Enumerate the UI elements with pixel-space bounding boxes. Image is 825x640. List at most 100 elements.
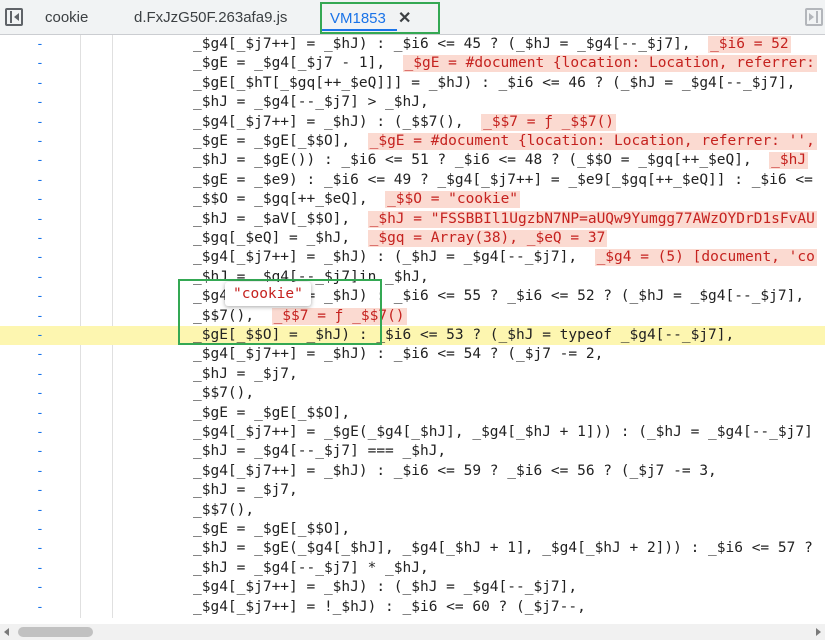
line-marker[interactable]: -	[36, 171, 44, 190]
code-statement: _$g4[_$j7++] = _$hJ) : _$i6 <= 45 ? (_$h…	[193, 36, 691, 52]
code-statement: _$gE = _$g4[_$j7 - 1],	[193, 55, 386, 72]
code-line[interactable]: - _$hJ = _$j7,	[0, 617, 825, 618]
line-marker[interactable]: -	[36, 345, 44, 364]
code-statement: _$$O = _$gq[++_$eQ],	[193, 191, 368, 208]
code-line[interactable]: - _$gE = _$gE[_$$O],	[0, 404, 825, 423]
line-marker[interactable]: -	[36, 442, 44, 461]
inline-value: _$hJ = "FSSBBIl1UgzbN7NP=aUQw9Yumgg77AWz…	[367, 210, 817, 228]
code-statement: _$gE = _$gE[_$$O],	[193, 404, 351, 421]
line-marker[interactable]: -	[36, 617, 44, 618]
scrollbar-thumb[interactable]	[18, 627, 93, 637]
line-marker[interactable]: -	[36, 307, 44, 326]
code-line[interactable]: - _$$7(),	[0, 501, 825, 520]
code-statement: _$gE = _$gE[_$$O],	[193, 521, 351, 537]
code-line[interactable]: - _$gE = _$gE[_$$O], _$gE = #document {lo…	[0, 132, 825, 151]
code-line[interactable]: - _$$7(),	[0, 384, 825, 403]
inline-value: _$i6 = 52	[708, 36, 791, 53]
code-line[interactable]: - _$g4[_$j7++] = _$gE(_$g4[_$hJ], _$g4[_$…	[0, 423, 825, 442]
line-marker[interactable]: -	[36, 481, 44, 500]
line-marker[interactable]: -	[36, 365, 44, 384]
line-marker[interactable]: -	[36, 151, 44, 170]
code-text: _$gE = _$gE[_$$O], _$gE = #document {loc…	[193, 132, 817, 151]
source-code-view[interactable]: - _$g4[_$j7++] = _$hJ) : _$i6 <= 45 ? (_$…	[0, 35, 825, 618]
line-marker[interactable]: -	[36, 462, 44, 481]
code-line[interactable]: - _$g4[_$j7++] = _$hJ) : (_$$7(), _$$7 = …	[0, 113, 825, 132]
tab-js-file[interactable]: d.FxJzG50F.263afa9.js	[134, 0, 287, 35]
inline-value: _$hJ	[769, 152, 809, 170]
code-line[interactable]: - _$hJ = _$aV[_$$O], _$hJ = "FSSBBIl1Ugzb…	[0, 210, 825, 229]
code-line[interactable]: - _$hJ = _$g4[--_$j7] > _$hJ,	[0, 93, 825, 112]
inline-value: _$$7 = ƒ _$$7()	[481, 113, 617, 131]
code-line[interactable]: - _$gq[_$eQ] = _$hJ, _$gq = Array(38), _$…	[0, 229, 825, 248]
code-line[interactable]: - _$hJ = _$gE()) : _$i6 <= 51 ? _$i6 <= 4…	[0, 151, 825, 170]
code-text: _$g4[_$j7++] = _$hJ) : _$i6 <= 45 ? (_$h…	[193, 35, 791, 54]
code-line[interactable]: - _$g4[_$j7++] = _$hJ) : _$i6 <= 54 ? (_$…	[0, 345, 825, 364]
code-line[interactable]: - _$hJ = _$j7,	[0, 481, 825, 500]
line-marker[interactable]: -	[36, 190, 44, 209]
line-marker[interactable]: -	[36, 74, 44, 93]
scroll-right-icon[interactable]	[816, 628, 821, 636]
tab-vm1853[interactable]: VM1853 ✕	[320, 2, 440, 34]
editor-tab-bar: cookie d.FxJzG50F.263afa9.js VM1853 ✕	[0, 0, 825, 35]
code-line[interactable]: - _$gE = _$e9) : _$i6 <= 49 ? _$g4[_$j7++…	[0, 171, 825, 190]
code-line[interactable]: - _$g4[_$j7++] = _$hJ) : _$i6 <= 45 ? (_$…	[0, 35, 825, 54]
code-line[interactable]: - _$g4[_$j7++] = _$hJ) : (_$hJ = _$g4[--_…	[0, 578, 825, 597]
code-statement: _$g4[_$j7++] = _$hJ) : _$i6 <= 54 ? (_$j…	[193, 346, 604, 363]
line-marker[interactable]: -	[36, 93, 44, 112]
code-line[interactable]: - _$hJ = _$j7,	[0, 365, 825, 384]
line-marker[interactable]: -	[36, 268, 44, 287]
code-line[interactable]: - _$$7(), _$$7 = ƒ _$$7()	[0, 307, 825, 326]
code-line[interactable]: - _$g4[_$j7++] = _$hJ) : (_$hJ = _$g4[--_…	[0, 248, 825, 267]
code-line[interactable]: - _$g4[_$j7++] = !_$hJ) : _$i6 <= 60 ? (_…	[0, 598, 825, 617]
line-marker[interactable]: -	[36, 501, 44, 520]
code-text: _$$7(),	[193, 501, 254, 520]
inline-value: _$$O = "cookie"	[385, 191, 521, 209]
line-marker[interactable]: -	[36, 54, 44, 73]
code-line[interactable]: - _$hJ = _$gE(_$g4[_$hJ], _$g4[_$hJ + 1],…	[0, 539, 825, 558]
line-marker[interactable]: -	[36, 229, 44, 248]
line-marker[interactable]: -	[36, 35, 44, 54]
code-line[interactable]: - _$hJ = _$g4[--_$j7] * _$hJ,	[0, 559, 825, 578]
line-marker[interactable]: -	[36, 539, 44, 558]
line-marker[interactable]: -	[36, 423, 44, 442]
code-line[interactable]: - _$g4[_$j7++] = _$hJ) : _$i6 <= 59 ? _$i…	[0, 462, 825, 481]
code-line[interactable]: - _$hJ = _$g4[--_$j7]in _$hJ,	[0, 268, 825, 287]
value-popover: "cookie"	[225, 282, 311, 306]
inline-value: _$gE = #document {location: Location, re…	[402, 55, 817, 73]
code-line[interactable]: - _$gE[_$$O] = _$hJ) : _$i6 <= 53 ? (_$hJ…	[0, 326, 825, 346]
line-marker[interactable]: -	[36, 210, 44, 229]
code-line[interactable]: - _$g4[_$j7++] = _$hJ) : _$i6 <= 55 ? _$i…	[0, 287, 825, 306]
line-marker[interactable]: -	[36, 132, 44, 151]
active-tab-indicator	[322, 29, 397, 31]
code-text: _$g4[_$j7++] = _$hJ) : _$i6 <= 59 ? _$i6…	[193, 462, 717, 481]
code-text: _$gE = _$gE[_$$O],	[193, 520, 350, 539]
code-statement: _$hJ = _$j7,	[193, 365, 298, 382]
code-text: _$hJ = _$aV[_$$O], _$hJ = "FSSBBIl1UgzbN…	[193, 210, 817, 229]
horizontal-scrollbar[interactable]	[0, 624, 825, 640]
close-icon[interactable]: ✕	[398, 4, 411, 34]
code-text: _$hJ = _$g4[--_$j7] > _$hJ,	[193, 93, 429, 112]
code-line[interactable]: - _$hJ = _$g4[--_$j7] === _$hJ,	[0, 442, 825, 461]
line-marker[interactable]: -	[36, 113, 44, 132]
code-line[interactable]: - _$gE = _$g4[_$j7 - 1], _$gE = #document…	[0, 54, 825, 73]
code-line[interactable]: - _$gE = _$gE[_$$O],	[0, 520, 825, 539]
code-text: _$gE = _$gE[_$$O],	[193, 404, 350, 423]
code-statement: _$hJ = _$g4[--_$j7] === _$hJ,	[193, 443, 447, 460]
code-line[interactable]: - _$gE[_$hT[_$gq[++_$eQ]]] = _$hJ) : _$i6…	[0, 74, 825, 93]
line-marker[interactable]: -	[36, 598, 44, 617]
toggle-navigator-icon[interactable]	[5, 8, 23, 26]
toggle-debugger-icon[interactable]	[805, 8, 823, 26]
line-marker[interactable]: -	[36, 248, 44, 267]
line-marker[interactable]: -	[36, 404, 44, 423]
line-marker[interactable]: -	[36, 559, 44, 578]
code-line[interactable]: - _$$O = _$gq[++_$eQ], _$$O = "cookie"	[0, 190, 825, 209]
tab-cookie[interactable]: cookie	[45, 0, 88, 35]
code-statement: _$g4[_$j7++] = _$hJ) : _$i6 <= 59 ? _$i6…	[193, 462, 717, 479]
scroll-left-icon[interactable]	[4, 628, 9, 636]
line-marker[interactable]: -	[36, 326, 44, 345]
line-marker[interactable]: -	[36, 578, 44, 597]
code-statement: _$gE = _$e9) : _$i6 <= 49 ? _$g4[_$j7++]…	[193, 171, 813, 188]
line-marker[interactable]: -	[36, 287, 44, 306]
line-marker[interactable]: -	[36, 384, 44, 403]
line-marker[interactable]: -	[36, 520, 44, 539]
